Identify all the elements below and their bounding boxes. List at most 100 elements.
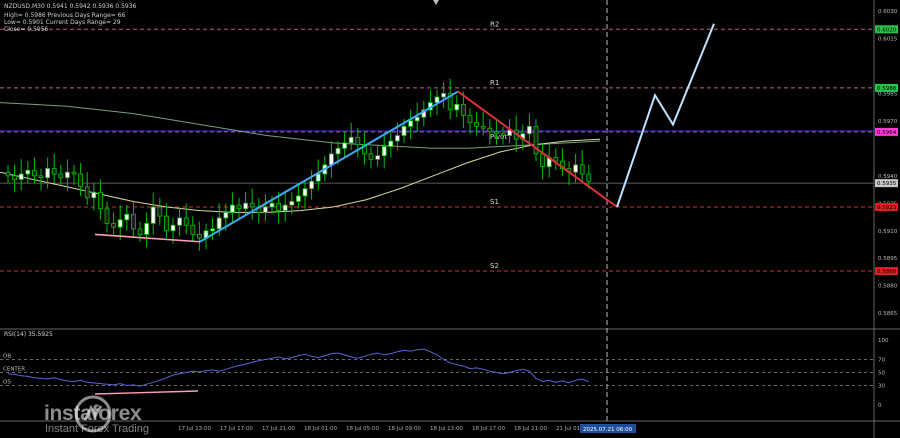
- candle-body: [111, 223, 116, 228]
- candle-body: [434, 96, 440, 103]
- candle-body: [401, 125, 407, 136]
- candle-body: [394, 135, 400, 142]
- candle-body: [388, 140, 394, 147]
- candle-body: [51, 168, 57, 175]
- price-tag-label: 0.5988: [877, 86, 897, 92]
- candle-body: [124, 213, 130, 221]
- candle-body: [342, 142, 348, 149]
- candle-body: [527, 125, 532, 135]
- candle-body: [348, 136, 354, 144]
- candle-body: [467, 114, 473, 124]
- candle-body: [579, 164, 585, 175]
- candle-body: [25, 169, 31, 175]
- time-tick-label: 18 Jul 01:00: [304, 426, 337, 432]
- candle-body: [295, 195, 301, 202]
- rsi-line: [7, 348, 589, 387]
- candle-body: [137, 228, 143, 235]
- current-time-tag: 2025.07.21 06:00: [583, 427, 633, 433]
- time-tick-label: 17 Jul 13:00: [178, 426, 211, 432]
- candle-body: [460, 103, 466, 116]
- candle-body: [229, 204, 235, 213]
- price-tick-label: 0.5865: [878, 311, 898, 317]
- candle-body: [130, 213, 136, 230]
- rsi-title: RSI(14) 35.5925: [4, 331, 53, 338]
- time-tick-label: 18 Jul 09:00: [388, 426, 421, 432]
- candle-body: [500, 133, 506, 136]
- candle-body: [302, 188, 308, 197]
- rsi-scale-label: 50: [878, 371, 885, 377]
- candle-body: [18, 173, 24, 180]
- watermark-subtitle: Instant Forex Trading: [45, 423, 149, 435]
- candle-body: [474, 122, 480, 127]
- candle-body: [276, 202, 282, 212]
- candle-body: [441, 93, 447, 98]
- time-tick-label: 17 Jul 21:00: [262, 426, 295, 432]
- price-tick-label: 0.5940: [878, 174, 898, 180]
- candle-body: [480, 125, 486, 129]
- candle-body: [144, 223, 150, 235]
- info-line-close: Close= 0.5956: [4, 26, 49, 33]
- support-line: [94, 233, 201, 243]
- shift-marker-icon[interactable]: [433, 0, 439, 5]
- candle-body: [315, 173, 321, 182]
- candle-body: [150, 206, 156, 224]
- symbol-info: NZDUSD,M30 0.5941 0.5942 0.5936 0.5936: [4, 3, 137, 10]
- candle-body: [38, 175, 44, 179]
- price-tick-label: 0.6030: [878, 9, 898, 15]
- candle-body: [32, 169, 37, 177]
- candle-body: [335, 147, 341, 155]
- candle-body: [196, 234, 202, 239]
- candle-body: [157, 206, 163, 217]
- candle-body: [487, 127, 493, 133]
- candle-body: [309, 180, 315, 190]
- level-label-s2: S2: [490, 262, 499, 270]
- pivot-levels: R2R1PivotS1S2: [0, 20, 874, 272]
- candle-body: [243, 202, 249, 210]
- price-tag-label: 0.5964: [877, 130, 897, 136]
- candle-body: [71, 171, 77, 175]
- level-label-r1: R1: [490, 79, 499, 87]
- candle-body: [289, 201, 295, 206]
- candle-body: [355, 136, 361, 146]
- time-tick-label: 17 Jul 17:00: [220, 426, 253, 432]
- candle-body: [210, 228, 216, 232]
- price-tag-label: 0.5888: [877, 269, 897, 275]
- candle-body: [454, 103, 460, 111]
- rsi-scale-label: 70: [878, 358, 885, 364]
- price-tick-label: 0.5895: [878, 256, 898, 262]
- time-tick-label: 18 Jul 21:00: [514, 426, 547, 432]
- candle-body: [170, 224, 176, 232]
- uptrend-line: [199, 90, 459, 243]
- price-tick-label: 0.5880: [878, 284, 898, 290]
- candle-body: [216, 217, 222, 230]
- candle-body: [177, 217, 183, 226]
- candle-body: [65, 171, 70, 179]
- candle-body: [381, 146, 387, 157]
- candlesticks: [5, 78, 592, 251]
- info-line-high: High= 0.5986 Previous Days Range= 66: [4, 12, 126, 19]
- candle-body: [190, 224, 196, 235]
- candle-body: [249, 202, 255, 208]
- price-tick-label: 0.5970: [878, 119, 898, 125]
- time-tick-label: 18 Jul 17:00: [472, 426, 505, 432]
- rsi-level-label: CENTER: [3, 367, 25, 373]
- time-tick-label: 18 Jul 05:00: [346, 426, 379, 432]
- candle-body: [84, 186, 90, 199]
- chart-canvas[interactable]: R2R1PivotS1S2 1007050300OBCENTEROS 0.603…: [0, 0, 900, 438]
- candle-body: [408, 120, 414, 127]
- candle-body: [183, 217, 189, 226]
- axes: 0.60300.60150.59850.59700.59400.59250.59…: [178, 9, 898, 433]
- candle-body: [117, 219, 123, 228]
- candle-body: [262, 206, 268, 213]
- price-tag-label: 0.6020: [877, 27, 897, 33]
- candle-body: [368, 153, 374, 160]
- candle-body: [223, 212, 229, 219]
- candle-body: [91, 191, 97, 199]
- candle-body: [98, 191, 103, 210]
- rsi-scale-label: 0: [878, 403, 882, 409]
- chart-window[interactable]: R2 R1 Pivot S1 S2 100 70 50 30 0 OB CENTER OS 0.603…: [0, 0, 900, 438]
- price-tick-label: 0.6015: [878, 36, 898, 42]
- price-tag-label: 0.5935: [877, 181, 897, 187]
- time-tick-label: 18 Jul 13:00: [430, 426, 463, 432]
- candle-body: [5, 171, 11, 177]
